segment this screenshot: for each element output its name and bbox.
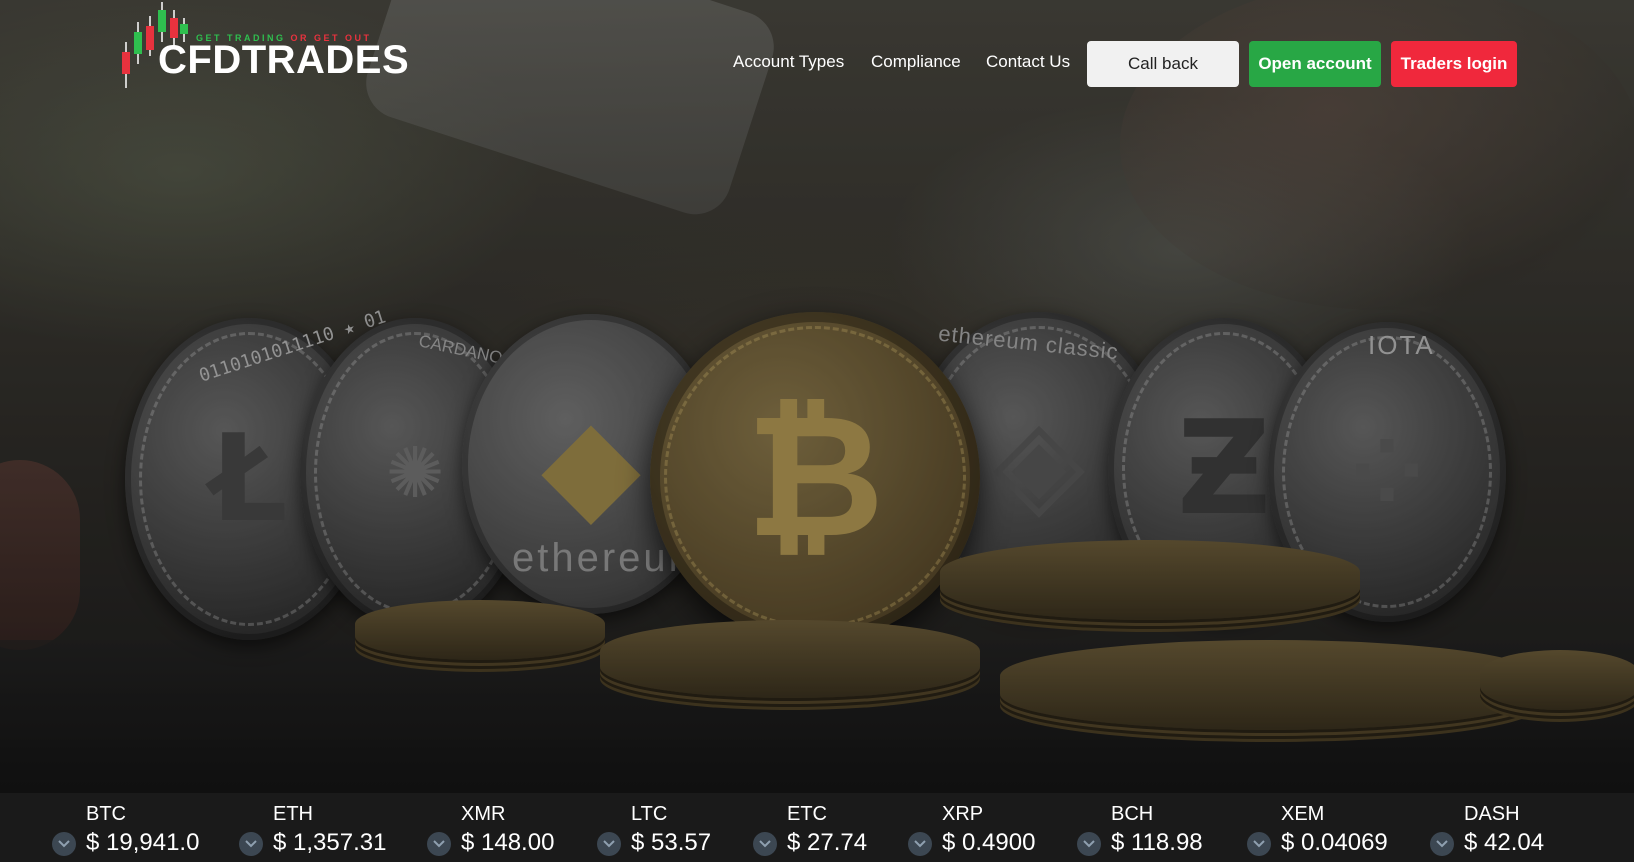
ticker-price: $ 19,941.0 — [86, 829, 200, 856]
ticker-price: $ 118.98 — [1111, 829, 1203, 856]
nav-link-contact-us[interactable]: Contact Us — [986, 52, 1070, 72]
ticker-symbol: LTC — [631, 803, 668, 825]
hero-background: Ł 0110101011110 ★ 01 ✺ CARDANO ◆ ethereu… — [0, 0, 1634, 793]
ticker-symbol: ETH — [273, 803, 313, 825]
ticker-price: $ 27.74 — [787, 829, 868, 856]
ticker-symbol: XRP — [942, 803, 984, 825]
ticker-price: $ 148.00 — [461, 829, 555, 856]
chevron-down-icon — [1430, 832, 1454, 856]
ticker-symbol: BTC — [86, 803, 126, 825]
ticker-price: $ 53.57 — [631, 829, 712, 856]
nav-link-compliance[interactable]: Compliance — [871, 52, 961, 72]
call-back-button[interactable]: Call back — [1087, 41, 1239, 87]
ticker-price: $ 0.04069 — [1281, 829, 1388, 856]
ticker-price: $ 1,357.31 — [273, 829, 387, 856]
ticker-symbol: BCH — [1111, 803, 1154, 825]
brand-logo[interactable]: GET TRADING OR GET OUT CFDTRADES — [118, 2, 418, 88]
ticker-price: $ 42.04 — [1464, 829, 1545, 856]
chevron-down-icon — [1247, 832, 1271, 856]
chevron-down-icon — [908, 832, 932, 856]
chevron-down-icon — [597, 832, 621, 856]
chevron-down-icon — [239, 832, 263, 856]
ticker-symbol: ETC — [787, 803, 827, 825]
price-ticker: BTC $ 19,941.0 ETH $ 1,357.31 XMR $ 148.… — [0, 793, 1634, 862]
chevron-down-icon — [427, 832, 451, 856]
nav-link-account-types[interactable]: Account Types — [733, 52, 844, 72]
open-account-button[interactable]: Open account — [1249, 41, 1381, 87]
ticker-price: $ 0.4900 — [942, 829, 1036, 856]
ticker-symbol: XEM — [1281, 803, 1325, 825]
brand-name: CFDTRADES — [158, 38, 410, 82]
ticker-symbol: XMR — [461, 803, 506, 825]
chevron-down-icon — [52, 832, 76, 856]
chevron-down-icon — [1077, 832, 1101, 856]
traders-login-button[interactable]: Traders login — [1391, 41, 1517, 87]
ticker-symbol: DASH — [1464, 803, 1520, 825]
chevron-down-icon — [753, 832, 777, 856]
